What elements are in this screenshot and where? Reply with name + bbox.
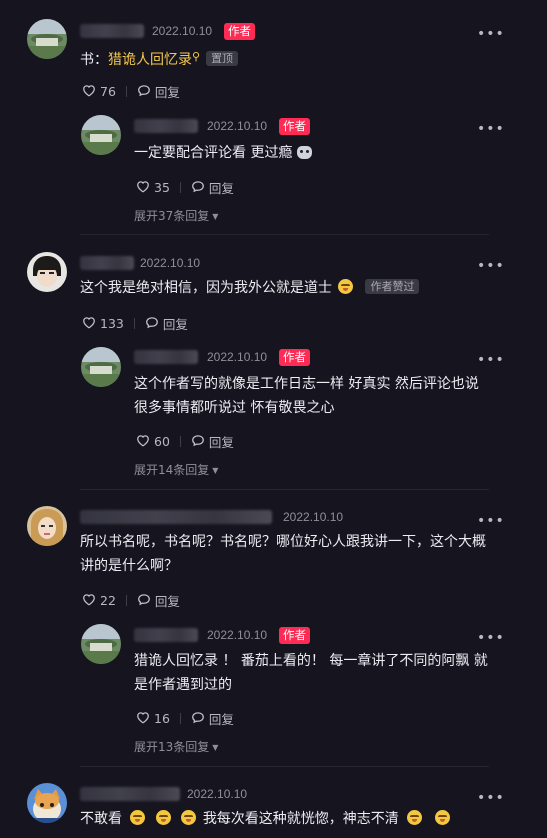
grimace-emoji-icon — [338, 279, 354, 294]
divider — [179, 713, 181, 724]
reply-text: 这个作者写的就像是工作日志一样 好真实 然后评论也说 很多事情都听说过 怀有敬畏… — [134, 376, 479, 416]
avatar[interactable] — [27, 783, 67, 823]
reply-actions: 60 回复 — [136, 432, 234, 451]
reply-icon[interactable] — [191, 180, 205, 196]
like-icon[interactable] — [136, 434, 150, 450]
chevron-down-icon: ▼ — [212, 212, 219, 221]
divider — [125, 595, 127, 606]
divider — [133, 318, 135, 329]
chevron-down-icon: ▼ — [212, 466, 219, 475]
username-redacted[interactable] — [80, 256, 134, 270]
like-count: 133 — [100, 316, 124, 331]
reply-avatar[interactable] — [81, 347, 121, 387]
author-badge: 作者 — [279, 627, 310, 644]
reply-date: 2022.10.10 — [207, 119, 268, 133]
username-redacted[interactable] — [80, 787, 180, 801]
comment-date: 2022.10.10 — [152, 24, 213, 38]
reply-icon[interactable] — [145, 316, 159, 332]
more-options-icon[interactable]: ••• — [477, 352, 505, 368]
reply-username-redacted[interactable] — [134, 119, 198, 133]
reply-icon[interactable] — [137, 593, 151, 609]
divider — [179, 182, 181, 193]
comment-actions: 22 回复 — [82, 591, 180, 610]
username-redacted[interactable] — [80, 24, 144, 38]
comment-date: 2022.10.10 — [140, 256, 201, 270]
avatar[interactable] — [27, 506, 67, 546]
comment-text: 所以书名呢，书名呢？书名呢？哪位好心人跟我讲一下，这个大概 讲的是什么啊？ — [80, 534, 486, 574]
relieved-emoji-icon — [407, 810, 423, 825]
reply-text: 一定要配合评论看 更过瘾 — [134, 141, 312, 165]
pinned-tag: 置顶 — [206, 51, 239, 66]
more-options-icon[interactable]: ••• — [477, 26, 505, 42]
reply-button[interactable]: 回复 — [155, 82, 180, 101]
expand-replies-button[interactable]: 展开37条回复 ▼ — [134, 207, 218, 224]
reply-icon[interactable] — [137, 84, 151, 100]
reply-button[interactable]: 回复 — [209, 178, 234, 197]
grimace-emoji-icon — [130, 810, 146, 825]
avatar[interactable] — [27, 19, 67, 59]
author-liked-tag: 作者赞过 — [365, 279, 420, 294]
like-count: 76 — [100, 84, 116, 99]
expand-replies-button[interactable]: 展开14条回复 ▼ — [134, 461, 218, 478]
like-icon[interactable] — [82, 593, 96, 609]
divider — [80, 234, 489, 235]
like-icon[interactable] — [136, 180, 150, 196]
like-count: 35 — [154, 180, 170, 195]
reply-avatar[interactable] — [81, 624, 121, 664]
reply-button[interactable]: 回复 — [163, 314, 188, 333]
expand-replies-button[interactable]: 展开13条回复 ▼ — [134, 738, 218, 755]
reply-button[interactable]: 回复 — [209, 432, 234, 451]
author-badge: 作者 — [279, 118, 310, 135]
comment-text: 不敢看 我每次看这种就恍惚，神志不清 — [80, 807, 452, 831]
reply-username-redacted[interactable] — [134, 628, 198, 642]
reply-button[interactable]: 回复 — [209, 709, 234, 728]
reply-date: 2022.10.10 — [207, 628, 268, 642]
divider — [179, 436, 181, 447]
more-options-icon[interactable]: ••• — [477, 513, 505, 529]
like-icon[interactable] — [82, 84, 96, 100]
reply-date: 2022.10.10 — [207, 350, 268, 364]
reply-button[interactable]: 回复 — [155, 591, 180, 610]
like-count: 22 — [100, 593, 116, 608]
comment-actions: 133 回复 — [82, 314, 188, 333]
divider — [80, 766, 489, 767]
more-options-icon[interactable]: ••• — [477, 630, 505, 646]
comment-text: 书：猎诡人回忆录⚲ 置顶 — [80, 45, 239, 72]
chevron-down-icon: ▼ — [212, 743, 219, 752]
comment-item: 2022.10.10 作者 ••• 书：猎诡人回忆录⚲ 置顶 76 回复 2022… — [0, 0, 547, 234]
book-link[interactable]: 猎诡人回忆录 — [108, 52, 192, 68]
like-count: 16 — [154, 711, 170, 726]
username-redacted[interactable] — [80, 510, 272, 524]
comment-text: 这个我是绝对相信，因为我外公就是道士 作者赞过 — [80, 276, 420, 300]
reply-avatar[interactable] — [81, 115, 121, 155]
grimace-emoji-icon — [155, 810, 171, 825]
author-badge: 作者 — [224, 23, 255, 40]
reply-actions: 16 回复 — [136, 709, 234, 728]
avatar[interactable] — [27, 252, 67, 292]
more-options-icon[interactable]: ••• — [477, 121, 505, 137]
search-icon[interactable]: ⚲ — [192, 50, 200, 63]
grimace-emoji-icon — [181, 810, 197, 825]
like-count: 60 — [154, 434, 170, 449]
reply-text: 猎诡人回忆录 ！ 番茄上看的！ 每一章讲了不同的阿飘 就 是作者遇到过的 — [134, 653, 488, 693]
relieved-emoji-icon — [434, 810, 450, 825]
author-badge: 作者 — [279, 349, 310, 366]
divider — [125, 86, 127, 97]
reply-actions: 35 回复 — [136, 178, 234, 197]
comment-actions: 76 回复 — [82, 82, 180, 101]
reply-icon[interactable] — [191, 434, 205, 450]
reply-icon[interactable] — [191, 711, 205, 727]
cat-emoji-icon — [296, 146, 312, 159]
divider — [80, 489, 489, 490]
like-icon[interactable] — [82, 316, 96, 332]
comment-date: 2022.10.10 — [187, 787, 248, 801]
comment-date: 2022.10.10 — [283, 510, 344, 524]
reply-username-redacted[interactable] — [134, 350, 198, 364]
more-options-icon[interactable]: ••• — [477, 790, 505, 806]
like-icon[interactable] — [136, 711, 150, 727]
more-options-icon[interactable]: ••• — [477, 258, 505, 274]
